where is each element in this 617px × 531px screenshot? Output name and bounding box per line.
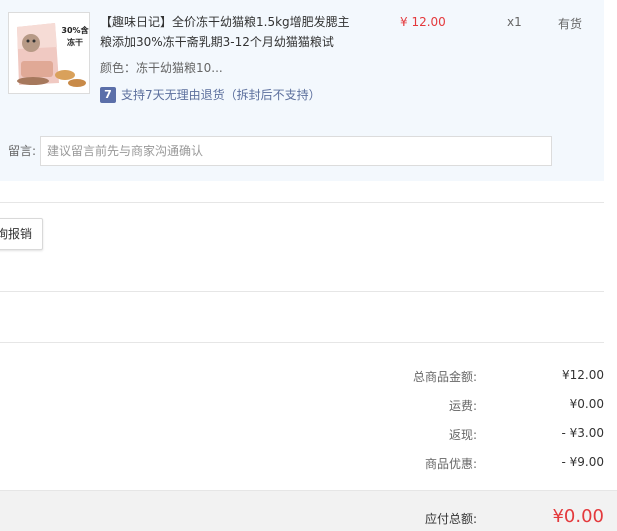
summary-row-cashback: 返现: - ¥3.00 <box>0 426 604 446</box>
invoice-button[interactable]: 询报销 <box>0 218 43 250</box>
stock-status: 有货 <box>558 17 583 31</box>
divider <box>0 342 604 343</box>
note-label: 留言: <box>8 144 37 158</box>
total-label: 应付总额: <box>424 512 477 526</box>
summary-value: ¥12.00 <box>562 368 604 382</box>
divider <box>0 202 604 203</box>
summary-value: - ¥9.00 <box>561 455 605 469</box>
product-variant: 颜色：冻干幼猫粮10... <box>100 61 223 75</box>
product-title[interactable]: 【趣味日记】全价冻干幼猫粮1.5kg增肥发腮主粮添加30%冻干斋乳期3-12个月… <box>100 12 360 52</box>
total-amount: ¥0.00 <box>552 506 604 527</box>
return-policy-text: 支持7天无理由退货（拆封后不支持） <box>121 88 321 102</box>
total-bar: 应付总额: ¥0.00 <box>0 490 617 531</box>
summary-row-subtotal: 总商品金额: ¥12.00 <box>0 368 604 388</box>
summary-label: 商品优惠: <box>424 457 477 471</box>
summary-value: - ¥3.00 <box>561 426 605 440</box>
product-thumbnail[interactable]: 30%含冻干 <box>8 12 90 94</box>
return-policy: 7 支持7天无理由退货（拆封后不支持） <box>100 86 321 103</box>
summary-label: 返现: <box>448 428 477 442</box>
summary-row-shipping: 运费: ¥0.00 <box>0 397 604 417</box>
product-price: ¥ 12.00 <box>400 15 446 29</box>
product-image-text: 30%含冻干 <box>61 26 89 47</box>
order-confirm-page: 30%含冻干 【趣味日记】全价冻干幼猫粮1.5kg增肥发腮主粮添加30%冻干斋乳… <box>0 0 617 531</box>
product-quantity: x1 <box>507 15 522 29</box>
summary-value: ¥0.00 <box>569 397 604 411</box>
summary-label: 总商品金额: <box>412 370 477 384</box>
product-item: 30%含冻干 【趣味日记】全价冻干幼猫粮1.5kg增肥发腮主粮添加30%冻干斋乳… <box>0 0 604 181</box>
summary-label: 运费: <box>448 399 477 413</box>
divider <box>0 291 604 292</box>
summary-row-discount: 商品优惠: - ¥9.00 <box>0 455 604 475</box>
return-policy-icon: 7 <box>100 86 116 103</box>
note-input[interactable] <box>40 136 552 166</box>
